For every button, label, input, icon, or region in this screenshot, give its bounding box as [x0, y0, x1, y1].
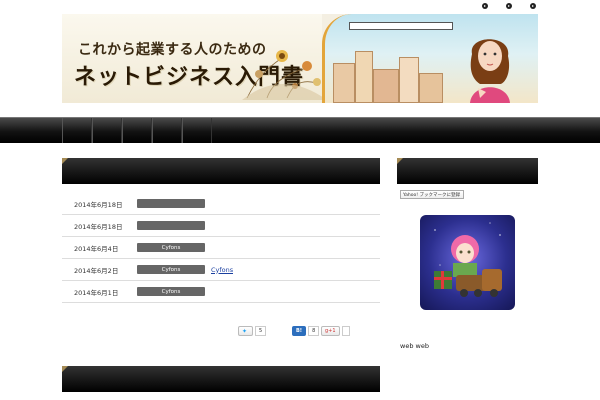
nav-item-4[interactable] [152, 118, 182, 143]
hatena-bookmark-button[interactable]: B! [292, 326, 307, 336]
twitter-bird-icon: ✦ [242, 327, 248, 335]
profile-image [420, 215, 515, 310]
news-date: 2014年6月1日 [74, 288, 119, 297]
category-badge[interactable]: Cyfons [137, 287, 205, 296]
sidebar-line: web web [400, 342, 429, 350]
top-link-1[interactable] [482, 3, 490, 9]
list-item: 2014年6月18日 [62, 193, 380, 215]
section2-heading [62, 366, 380, 392]
global-nav [0, 117, 600, 143]
news-heading [62, 158, 380, 184]
list-item: 2014年6月1日 Cyfons [62, 281, 380, 303]
sidebar-heading [397, 158, 538, 184]
category-badge[interactable] [137, 199, 205, 208]
banner-illustration [322, 14, 538, 103]
news-list: 2014年6月18日 2014年6月18日 2014年6月4日 Cyfons 2… [62, 193, 380, 303]
character-train-illustration-icon [434, 222, 502, 297]
news-date: 2014年6月2日 [74, 266, 119, 275]
top-utility-links [482, 3, 538, 9]
arrow-bullet-icon [482, 3, 488, 9]
yahoo-bookmark-button[interactable]: Yahoo! ブックマークに登録 [400, 190, 464, 199]
list-item: 2014年6月18日 [62, 215, 380, 237]
tweet-button[interactable]: ✦ [238, 326, 254, 336]
flower-decoration-icon [242, 50, 327, 100]
tweet-count: 5 [255, 326, 267, 336]
category-badge[interactable] [137, 221, 205, 230]
top-link-2[interactable] [506, 3, 514, 9]
google-plus-button[interactable]: g+1 [321, 326, 340, 336]
gplus-count [341, 326, 350, 336]
nav-item-3[interactable] [122, 118, 152, 143]
nav-item-5[interactable] [182, 118, 212, 143]
category-badge[interactable]: Cyfons [137, 243, 205, 252]
top-link-3[interactable] [530, 3, 538, 9]
arrow-bullet-icon [530, 3, 536, 9]
arrow-bullet-icon [506, 3, 512, 9]
news-link[interactable]: Cyfons [211, 266, 233, 274]
category-badge[interactable]: Cyfons [137, 265, 205, 274]
news-date: 2014年6月4日 [74, 244, 119, 253]
hatena-count: 8 [308, 326, 320, 336]
tweet-share: ✦ 5 [238, 326, 267, 336]
woman-illustration-icon [470, 39, 510, 103]
news-date: 2014年6月18日 [74, 200, 123, 209]
gplus-share: g+1 [321, 326, 350, 336]
nav-item-2[interactable] [92, 118, 122, 143]
header-banner[interactable]: これから起業する人のための ネットビジネス入門書 [62, 14, 538, 103]
banner-title-area: これから起業する人のための ネットビジネス入門書 [62, 14, 327, 103]
hatena-share: B! 8 [292, 326, 320, 336]
news-date: 2014年6月18日 [74, 222, 123, 231]
list-item: 2014年6月2日 Cyfons Cyfons [62, 259, 380, 281]
banner-caption [349, 22, 453, 30]
nav-item-1[interactable] [62, 118, 92, 143]
list-item: 2014年6月4日 Cyfons [62, 237, 380, 259]
